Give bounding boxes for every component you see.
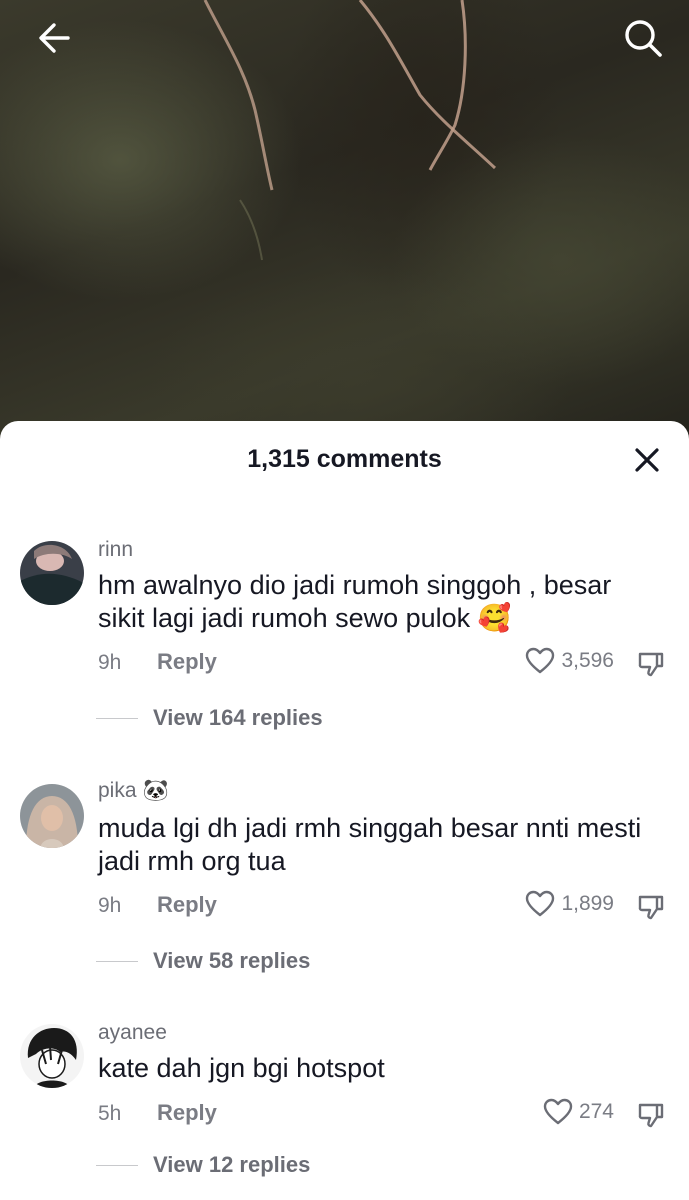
comment-username[interactable]: rinn xyxy=(98,538,133,562)
avatar[interactable] xyxy=(20,541,84,605)
username-text: pika xyxy=(98,779,137,802)
comment-text: muda lgi dh jadi rmh singgah besar nnti … xyxy=(98,813,642,876)
replies-divider xyxy=(96,717,138,719)
username-text: ayanee xyxy=(98,1021,167,1044)
comment-time: 9h xyxy=(98,651,122,674)
branch-decoration xyxy=(203,0,497,261)
comment-username[interactable]: ayanee xyxy=(98,1021,167,1045)
view-replies-button[interactable]: View 164 replies xyxy=(96,705,323,731)
comment-username[interactable]: pika 🐼 xyxy=(98,779,169,803)
like-count: 274 xyxy=(578,1100,614,1123)
comment-text: hm awalnyo dio jadi rumoh singgoh , besa… xyxy=(98,570,612,633)
comments-sheet: 1,315 comments rinn hm awalnyo dio jadi … xyxy=(0,421,689,1200)
back-button[interactable] xyxy=(30,14,78,62)
avatar-image xyxy=(20,1024,84,1088)
arrow-left-icon xyxy=(39,23,70,53)
replies-divider xyxy=(96,960,138,962)
like-button[interactable]: 1,899 xyxy=(525,890,614,918)
view-replies-label: View 164 replies xyxy=(153,705,323,730)
username-emoji: 🐼 xyxy=(142,779,169,802)
like-count: 1,899 xyxy=(561,892,614,915)
like-button[interactable]: 274 xyxy=(543,1098,614,1126)
comment-item: rinn hm awalnyo dio jadi rumoh singgoh ,… xyxy=(0,533,689,743)
search-button[interactable] xyxy=(619,14,667,62)
thumbs-down-icon xyxy=(638,1103,664,1128)
sheet-header: 1,315 comments xyxy=(0,421,689,499)
reply-button[interactable]: Reply xyxy=(157,1100,217,1126)
avatar[interactable] xyxy=(20,1024,84,1088)
dislike-button[interactable] xyxy=(634,1098,668,1132)
dislike-button[interactable] xyxy=(634,890,668,924)
close-icon xyxy=(635,448,659,472)
thumbs-down-icon xyxy=(638,895,664,920)
heart-outline-icon xyxy=(526,647,555,674)
reply-button[interactable]: Reply xyxy=(157,892,217,918)
comment-meta: 9h Reply 3,596 xyxy=(98,647,668,681)
view-replies-label: View 12 replies xyxy=(153,1152,311,1177)
comment-meta: 9h Reply 1,899 xyxy=(98,890,668,924)
reply-button[interactable]: Reply xyxy=(157,649,217,675)
close-button[interactable] xyxy=(627,440,667,480)
view-replies-button[interactable]: View 58 replies xyxy=(96,948,310,974)
thumbs-down-icon xyxy=(638,652,664,677)
search-icon xyxy=(625,20,662,57)
avatar-image xyxy=(20,541,84,605)
view-replies-label: View 58 replies xyxy=(153,948,311,973)
replies-divider xyxy=(96,1164,138,1166)
dislike-button[interactable] xyxy=(634,647,668,681)
avatar[interactable] xyxy=(20,784,84,848)
comment-item: ayanee kate dah jgn bgi hotspot 5h Reply… xyxy=(0,1018,689,1198)
comment-time: 9h xyxy=(98,894,122,917)
heart-outline-icon xyxy=(526,890,555,917)
comment-meta: 5h Reply 274 xyxy=(98,1098,668,1132)
avatar-image xyxy=(20,784,84,848)
comments-count-title: 1,315 comments xyxy=(247,444,442,473)
heart-outline-icon xyxy=(543,1098,573,1125)
comment-item: pika 🐼 muda lgi dh jadi rmh singgah besa… xyxy=(0,776,689,986)
like-button[interactable]: 3,596 xyxy=(525,647,614,675)
comment-text: kate dah jgn bgi hotspot xyxy=(98,1053,385,1083)
video-background xyxy=(0,0,689,440)
like-count: 3,596 xyxy=(561,649,614,672)
comment-time: 5h xyxy=(98,1102,122,1125)
view-replies-button[interactable]: View 12 replies xyxy=(96,1152,310,1178)
username-text: rinn xyxy=(98,538,134,561)
